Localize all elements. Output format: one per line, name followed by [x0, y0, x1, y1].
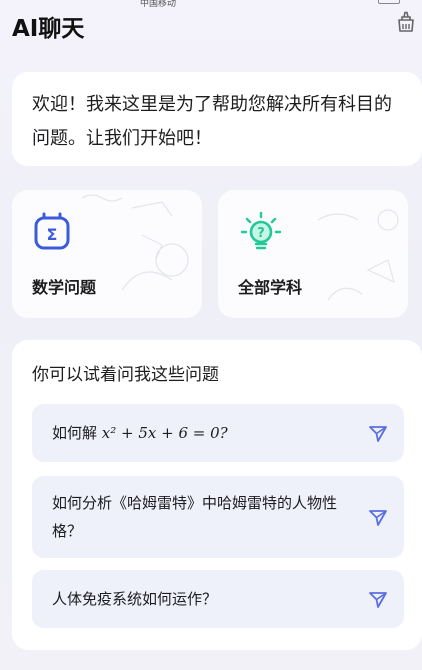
send-icon[interactable]: [368, 508, 388, 528]
broom-icon: [398, 11, 414, 32]
question-text: 如何解 x² + 5x + 6 = 0?: [52, 419, 228, 447]
suggested-question[interactable]: 人体免疫系统如何运作？: [32, 570, 404, 628]
sigma-icon: Σ: [34, 212, 70, 250]
send-icon[interactable]: [368, 590, 388, 610]
question-text: 如何分析《哈姆雷特》中哈姆雷特的人物性格？: [52, 494, 338, 540]
feature-label-math: 数学问题: [32, 278, 97, 297]
suggestions-panel: 你可以试着问我这些问题 如何解 x² + 5x + 6 = 0? 如何分析《哈姆…: [12, 340, 422, 650]
clear-chat-button[interactable]: [394, 10, 418, 34]
send-icon[interactable]: [368, 424, 388, 444]
math-questions-button[interactable]: Σ 数学问题: [12, 190, 202, 318]
lightbulb-icon: ?: [240, 211, 282, 250]
header: AI聊天: [0, 0, 422, 54]
welcome-message: 欢迎！我来这里是为了帮助您解决所有科目的问题。让我们开始吧！: [12, 72, 422, 166]
feature-label-all: 全部学科: [238, 278, 303, 297]
page-title: AI聊天: [12, 16, 85, 42]
svg-text:Σ: Σ: [47, 225, 58, 244]
suggested-question[interactable]: 如何分析《哈姆雷特》中哈姆雷特的人物性格？: [32, 476, 404, 558]
suggested-question[interactable]: 如何解 x² + 5x + 6 = 0?: [32, 404, 404, 462]
welcome-text: 欢迎！我来这里是为了帮助您解决所有科目的问题。让我们开始吧！: [32, 94, 392, 149]
question-prefix: 如何解: [52, 424, 98, 442]
math-expression: x² + 5x + 6 = 0?: [101, 424, 228, 442]
svg-text:?: ?: [257, 226, 265, 241]
all-subjects-button[interactable]: ? 全部学科: [218, 190, 408, 318]
question-text: 人体免疫系统如何运作？: [52, 590, 218, 608]
suggestions-title: 你可以试着问我这些问题: [32, 365, 219, 385]
